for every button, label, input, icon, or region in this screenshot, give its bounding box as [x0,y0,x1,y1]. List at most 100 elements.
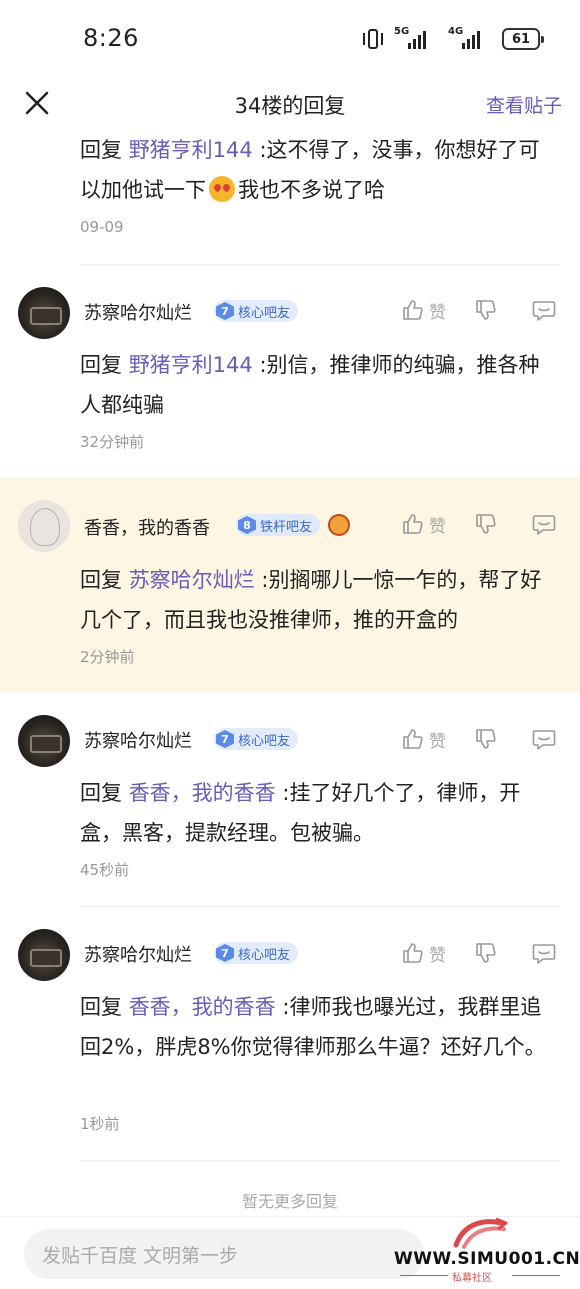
mention-link[interactable]: 苏察哈尔灿烂 [129,568,255,592]
avatar[interactable] [18,500,70,552]
badge-level: 7 [216,944,234,962]
badge-level: 7 [216,730,234,748]
level-badge: 7 核心吧友 [214,300,299,322]
reply-prefix: 回复 [80,138,129,162]
thumbs-up-icon [403,300,423,320]
dislike-button[interactable] [472,725,500,753]
no-more-replies-label: 暂无更多回复 [241,1192,338,1211]
comment-actions: 赞 [401,296,558,324]
dislike-button[interactable] [472,296,500,324]
reply-button[interactable] [530,510,558,538]
reply-button[interactable] [530,296,558,324]
site-watermark: WWW.SIMU001.CN 私募社区 [394,1217,580,1287]
like-label: 赞 [429,516,446,537]
comment-item: 苏察哈尔灿烂 7 核心吧友 赞 回复 野猪亨利144 :别信，推律师的纯骗，推各… [0,265,580,477]
mention-link[interactable]: 香香，我的香香 [129,781,276,805]
thumbs-up-icon [403,729,423,749]
like-button[interactable]: 赞 [401,941,446,966]
mention-link[interactable]: 野猪亨利144 [129,138,253,162]
thumbs-down-icon [476,729,496,749]
badge-level: 7 [216,302,234,320]
comment-bubble-icon [532,301,556,321]
vibrate-icon [362,28,384,50]
comment-item: 苏察哈尔灿烂 7 核心吧友 赞 回复 香香，我的香香 :挂了好几个了，律师，开盒… [0,693,580,905]
reply-prefix: 回复 [80,353,129,377]
badge-label: 铁杆吧友 [260,519,313,535]
thumbs-down-icon [476,300,496,320]
badge-label: 核心吧友 [238,305,291,321]
like-label: 赞 [429,302,446,323]
watermark-sub: 私募社区 [452,1273,492,1284]
watermark-logo-icon [453,1217,508,1249]
battery-icon: 61 [502,28,544,50]
comment-actions: 赞 [401,510,558,538]
reply-prefix: 回复 [80,568,129,592]
comment-actions: 赞 [401,939,558,967]
like-label: 赞 [429,945,446,966]
avatar[interactable] [18,715,70,767]
thumbs-down-icon [476,943,496,963]
close-button[interactable] [22,88,52,118]
comment-bubble-icon [532,730,556,750]
close-icon [25,91,49,115]
username[interactable]: 苏察哈尔灿烂 [84,941,192,967]
reply-text: 回复 香香，我的香香 :挂了好几个了，律师，开盒，黑客，提款经理。包被骗。 [80,773,560,853]
reply-prefix: 回复 [80,995,129,1019]
signal-5g-icon: 5G [394,26,438,51]
badge-label: 核心吧友 [238,947,291,963]
comment-bubble-icon [532,944,556,964]
reply-text: 回复 苏察哈尔灿烂 :别搁哪儿一惊一乍的，帮了好几个了，而且我也没推律师，推的开… [80,560,560,640]
reply-prefix: 回复 [80,781,129,805]
level-badge: 7 核心吧友 [214,942,299,964]
status-icons: 5G 4G 61 [362,26,544,52]
view-post-link[interactable]: 查看贴子 [486,91,562,118]
reply-time: 1秒前 [80,1115,120,1133]
like-button[interactable]: 赞 [401,512,446,537]
partial-reply: 回复 野猪亨利144 :这不得了，没事，你想好了可以加他试一下 我也不多说了哈 0… [80,130,560,236]
avatar[interactable] [18,929,70,981]
comment-bubble-icon [532,515,556,535]
username[interactable]: 香香，我的香香 [84,514,210,540]
reply-input[interactable]: 发贴千百度 文明第一步 [24,1229,424,1279]
badge-level: 8 [238,516,256,534]
bottom-input-bar: 发贴千百度 文明第一步 WWW.SIMU001.CN 私募社区 [0,1216,580,1289]
watermark-line-left [400,1275,448,1276]
comment-item-highlighted: 香香，我的香香 8 铁杆吧友 赞 回复 苏察哈尔灿烂 :别搁哪儿一惊一乍的，帮了… [0,478,580,692]
reply-text: 回复 野猪亨利144 :别信，推律师的纯骗，推各种人都纯骗 [80,345,560,425]
like-button[interactable]: 赞 [401,727,446,752]
reply-text: 回复 野猪亨利144 :这不得了，没事，你想好了可以加他试一下 我也不多说了哈 [80,130,560,210]
dislike-button[interactable] [472,510,500,538]
divider [80,1160,560,1161]
reply-button[interactable] [530,939,558,967]
mention-link[interactable]: 野猪亨利144 [129,353,253,377]
reply-body-tail: 我也不多说了哈 [238,178,385,202]
like-label: 赞 [429,731,446,752]
comment-item: 苏察哈尔灿烂 7 核心吧友 赞 回复 香香，我的香香 :律师我也曝光过，我群里追… [0,907,580,1159]
dislike-button[interactable] [472,939,500,967]
reply-time: 32分钟前 [80,433,145,451]
status-bar: 8:26 5G 4G 61 [0,0,580,78]
net-5g-label: 5G [394,26,410,37]
avatar[interactable] [18,287,70,339]
watermark-line-right [512,1275,560,1276]
header: 34楼的回复 查看贴子 [0,78,580,130]
level-badge: 7 核心吧友 [214,728,299,750]
reply-time: 45秒前 [80,861,130,879]
reply-time: 2分钟前 [80,648,135,666]
medal-icon [328,514,350,536]
thumbs-down-icon [476,514,496,534]
watermark-url: WWW.SIMU001.CN [394,1249,580,1269]
level-badge: 8 铁杆吧友 [236,514,321,536]
signal-4g-icon: 4G [448,26,492,51]
thumbs-up-icon [403,943,423,963]
reply-text: 回复 香香，我的香香 :律师我也曝光过，我群里追回2%，胖虎8%你觉得律师那么牛… [80,987,560,1067]
reply-button[interactable] [530,725,558,753]
username[interactable]: 苏察哈尔灿烂 [84,299,192,325]
username[interactable]: 苏察哈尔灿烂 [84,727,192,753]
mention-link[interactable]: 香香，我的香香 [129,995,276,1019]
thumbs-up-icon [403,514,423,534]
net-4g-label: 4G [448,26,464,37]
badge-label: 核心吧友 [238,733,291,749]
reply-time: 09-09 [80,218,124,236]
like-button[interactable]: 赞 [401,298,446,323]
